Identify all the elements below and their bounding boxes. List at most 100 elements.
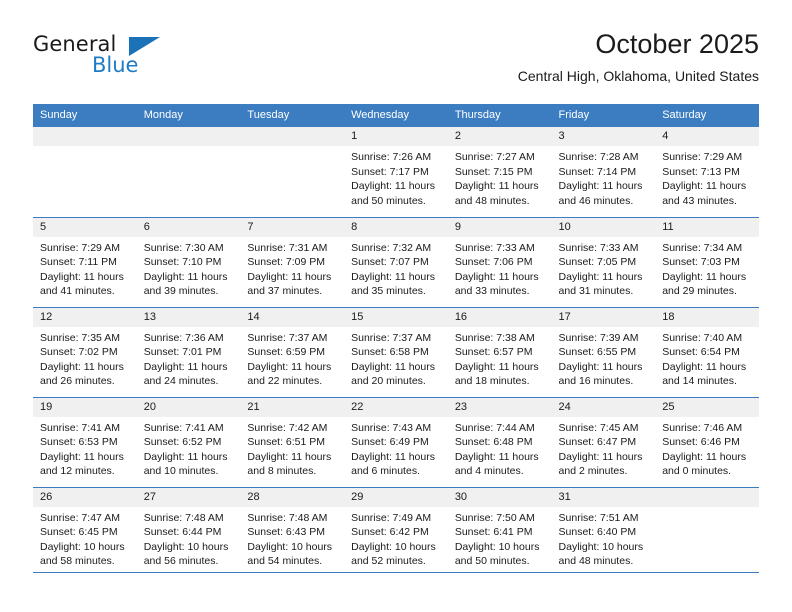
calendar-day-cell[interactable]: 20 Sunrise: 7:41 AM Sunset: 6:52 PM Dayl… — [136, 396, 241, 487]
calendar-day-cell[interactable]: 7 Sunrise: 7:31 AM Sunset: 7:09 PM Dayli… — [240, 216, 345, 307]
calendar-day-cell[interactable]: 26 Sunrise: 7:47 AM Sunset: 6:45 PM Dayl… — [33, 486, 137, 577]
day-number: 25 — [655, 397, 759, 417]
calendar-day-cell[interactable]: 17 Sunrise: 7:39 AM Sunset: 6:55 PM Dayl… — [551, 306, 656, 397]
sunrise-text: Sunrise: 7:33 AM — [454, 241, 535, 254]
calendar-day-cell[interactable]: 22 Sunrise: 7:43 AM Sunset: 6:49 PM Dayl… — [344, 396, 448, 487]
sunrise-text: Sunrise: 7:41 AM — [143, 421, 224, 434]
sunset-text: Sunset: 7:05 PM — [558, 256, 637, 269]
calendar-day-cell[interactable]: 29 Sunrise: 7:49 AM Sunset: 6:42 PM Dayl… — [344, 486, 448, 577]
page-header: General Blue October 2025 Central High, … — [33, 28, 759, 100]
sunrise-text: Sunrise: 7:36 AM — [143, 331, 224, 344]
day-number: 21 — [240, 397, 345, 417]
daylight-text-line2: and 20 minutes. — [351, 375, 426, 388]
daylight-text-line2: and 52 minutes. — [351, 555, 426, 568]
daylight-text-line1: Daylight: 11 hours — [247, 360, 332, 373]
calendar-day-cell[interactable]: 14 Sunrise: 7:37 AM Sunset: 6:59 PM Dayl… — [240, 306, 345, 397]
calendar-day-cell[interactable]: 8 Sunrise: 7:32 AM Sunset: 7:07 PM Dayli… — [344, 216, 448, 307]
day-number: 29 — [344, 487, 448, 507]
calendar-day-cell[interactable]: 1 Sunrise: 7:26 AM Sunset: 7:17 PM Dayli… — [344, 127, 448, 217]
day-details: Sunrise: 7:26 AM Sunset: 7:17 PM Dayligh… — [344, 146, 448, 208]
daylight-text-line1: Daylight: 11 hours — [247, 270, 332, 283]
sunset-text: Sunset: 7:06 PM — [454, 256, 533, 269]
daylight-text-line1: Daylight: 11 hours — [662, 450, 747, 463]
sunrise-text: Sunrise: 7:37 AM — [247, 331, 328, 344]
day-number: 17 — [551, 307, 656, 327]
daylight-text-line1: Daylight: 11 hours — [351, 180, 435, 193]
sunrise-text: Sunrise: 7:47 AM — [40, 511, 120, 524]
day-number: 3 — [551, 127, 656, 146]
day-details: Sunrise: 7:37 AM Sunset: 6:58 PM Dayligh… — [344, 327, 448, 389]
calendar-day-cell[interactable]: 4 Sunrise: 7:29 AM Sunset: 7:13 PM Dayli… — [655, 127, 759, 217]
sunset-text: Sunset: 6:44 PM — [143, 526, 222, 539]
weekday-header-sunday: Sunday — [33, 104, 137, 127]
weekday-header-tuesday: Tuesday — [240, 104, 345, 127]
daylight-text-line2: and 48 minutes. — [454, 194, 530, 207]
calendar-day-cell[interactable]: 10 Sunrise: 7:33 AM Sunset: 7:05 PM Dayl… — [551, 216, 656, 307]
calendar-day-cell[interactable]: 25 Sunrise: 7:46 AM Sunset: 6:46 PM Dayl… — [655, 396, 759, 487]
calendar-day-cell[interactable]: 11 Sunrise: 7:34 AM Sunset: 7:03 PM Dayl… — [655, 216, 759, 307]
sunset-text: Sunset: 6:43 PM — [247, 526, 326, 539]
calendar-day-cell[interactable]: 30 Sunrise: 7:50 AM Sunset: 6:41 PM Dayl… — [447, 486, 552, 577]
calendar-day-cell[interactable]: 15 Sunrise: 7:37 AM Sunset: 6:58 PM Dayl… — [344, 306, 448, 397]
calendar-day-cell[interactable]: 23 Sunrise: 7:44 AM Sunset: 6:48 PM Dayl… — [447, 396, 552, 487]
calendar-day-cell[interactable]: 5 Sunrise: 7:29 AM Sunset: 7:11 PM Dayli… — [33, 216, 137, 307]
day-details: Sunrise: 7:44 AM Sunset: 6:48 PM Dayligh… — [448, 417, 552, 479]
calendar-day-cell[interactable]: 6 Sunrise: 7:30 AM Sunset: 7:10 PM Dayli… — [136, 216, 241, 307]
sunset-text: Sunset: 7:17 PM — [351, 165, 429, 178]
day-details: Sunrise: 7:43 AM Sunset: 6:49 PM Dayligh… — [344, 417, 448, 479]
day-number: 1 — [344, 127, 448, 146]
calendar-week-row: 5 Sunrise: 7:29 AM Sunset: 7:11 PM Dayli… — [33, 216, 759, 307]
sunset-text: Sunset: 6:54 PM — [662, 346, 740, 359]
calendar-day-cell[interactable]: 12 Sunrise: 7:35 AM Sunset: 7:02 PM Dayl… — [33, 306, 137, 397]
sunrise-text: Sunrise: 7:29 AM — [40, 241, 120, 254]
day-details: Sunrise: 7:45 AM Sunset: 6:47 PM Dayligh… — [552, 417, 656, 479]
calendar-day-cell[interactable]: 16 Sunrise: 7:38 AM Sunset: 6:57 PM Dayl… — [447, 306, 552, 397]
calendar-day-cell[interactable]: 2 Sunrise: 7:27 AM Sunset: 7:15 PM Dayli… — [447, 127, 552, 217]
daylight-text-line1: Daylight: 11 hours — [662, 360, 747, 373]
calendar-day-cell — [655, 486, 759, 577]
weekday-header-wednesday: Wednesday — [344, 104, 448, 127]
daylight-text-line2: and 6 minutes. — [351, 465, 420, 478]
sunset-text: Sunset: 6:49 PM — [351, 436, 429, 449]
day-number: 23 — [447, 397, 552, 417]
daylight-text-line2: and 26 minutes. — [40, 375, 115, 388]
calendar-day-cell[interactable]: 3 Sunrise: 7:28 AM Sunset: 7:14 PM Dayli… — [551, 127, 656, 217]
sunset-text: Sunset: 6:55 PM — [558, 346, 637, 359]
daylight-text-line1: Daylight: 11 hours — [40, 450, 124, 463]
day-details: Sunrise: 7:39 AM Sunset: 6:55 PM Dayligh… — [552, 327, 656, 389]
calendar-page: General Blue October 2025 Central High, … — [0, 0, 792, 612]
calendar-day-cell[interactable]: 27 Sunrise: 7:48 AM Sunset: 6:44 PM Dayl… — [136, 486, 241, 577]
sunrise-text: Sunrise: 7:42 AM — [247, 421, 328, 434]
daylight-text-line2: and 14 minutes. — [662, 375, 737, 388]
calendar-day-cell[interactable]: 21 Sunrise: 7:42 AM Sunset: 6:51 PM Dayl… — [240, 396, 345, 487]
calendar-day-cell — [33, 127, 137, 217]
calendar-day-cell[interactable]: 9 Sunrise: 7:33 AM Sunset: 7:06 PM Dayli… — [447, 216, 552, 307]
sunrise-text: Sunrise: 7:50 AM — [454, 511, 535, 524]
daylight-text-line1: Daylight: 10 hours — [143, 540, 229, 553]
sunset-text: Sunset: 6:51 PM — [247, 436, 326, 449]
day-details: Sunrise: 7:41 AM Sunset: 6:52 PM Dayligh… — [137, 417, 241, 479]
sunrise-text: Sunrise: 7:33 AM — [558, 241, 639, 254]
calendar-day-cell[interactable]: 24 Sunrise: 7:45 AM Sunset: 6:47 PM Dayl… — [551, 396, 656, 487]
daylight-text-line2: and 46 minutes. — [558, 194, 634, 207]
daylight-text-line1: Daylight: 11 hours — [662, 180, 747, 193]
brand-logo[interactable]: General Blue — [33, 32, 213, 88]
sunrise-text: Sunrise: 7:48 AM — [247, 511, 328, 524]
day-details: Sunrise: 7:48 AM Sunset: 6:44 PM Dayligh… — [137, 507, 241, 569]
day-details: Sunrise: 7:29 AM Sunset: 7:13 PM Dayligh… — [655, 146, 759, 208]
title-block: October 2025 Central High, Oklahoma, Uni… — [518, 28, 759, 86]
brand-word-blue: Blue — [92, 53, 139, 77]
day-details: Sunrise: 7:41 AM Sunset: 6:53 PM Dayligh… — [33, 417, 137, 479]
sunset-text: Sunset: 7:11 PM — [40, 256, 117, 269]
weekday-header-saturday: Saturday — [655, 104, 759, 127]
calendar-day-cell[interactable]: 13 Sunrise: 7:36 AM Sunset: 7:01 PM Dayl… — [136, 306, 241, 397]
day-details: Sunrise: 7:46 AM Sunset: 6:46 PM Dayligh… — [655, 417, 759, 479]
sunrise-text: Sunrise: 7:44 AM — [454, 421, 535, 434]
calendar-day-cell[interactable]: 19 Sunrise: 7:41 AM Sunset: 6:53 PM Dayl… — [33, 396, 137, 487]
daylight-text-line2: and 41 minutes. — [40, 285, 115, 298]
calendar-day-cell[interactable]: 18 Sunrise: 7:40 AM Sunset: 6:54 PM Dayl… — [655, 306, 759, 397]
sunrise-text: Sunrise: 7:48 AM — [143, 511, 224, 524]
sunset-text: Sunset: 7:14 PM — [558, 165, 637, 178]
calendar-day-cell[interactable]: 31 Sunrise: 7:51 AM Sunset: 6:40 PM Dayl… — [551, 486, 656, 577]
calendar-day-cell[interactable]: 28 Sunrise: 7:48 AM Sunset: 6:43 PM Dayl… — [240, 486, 345, 577]
